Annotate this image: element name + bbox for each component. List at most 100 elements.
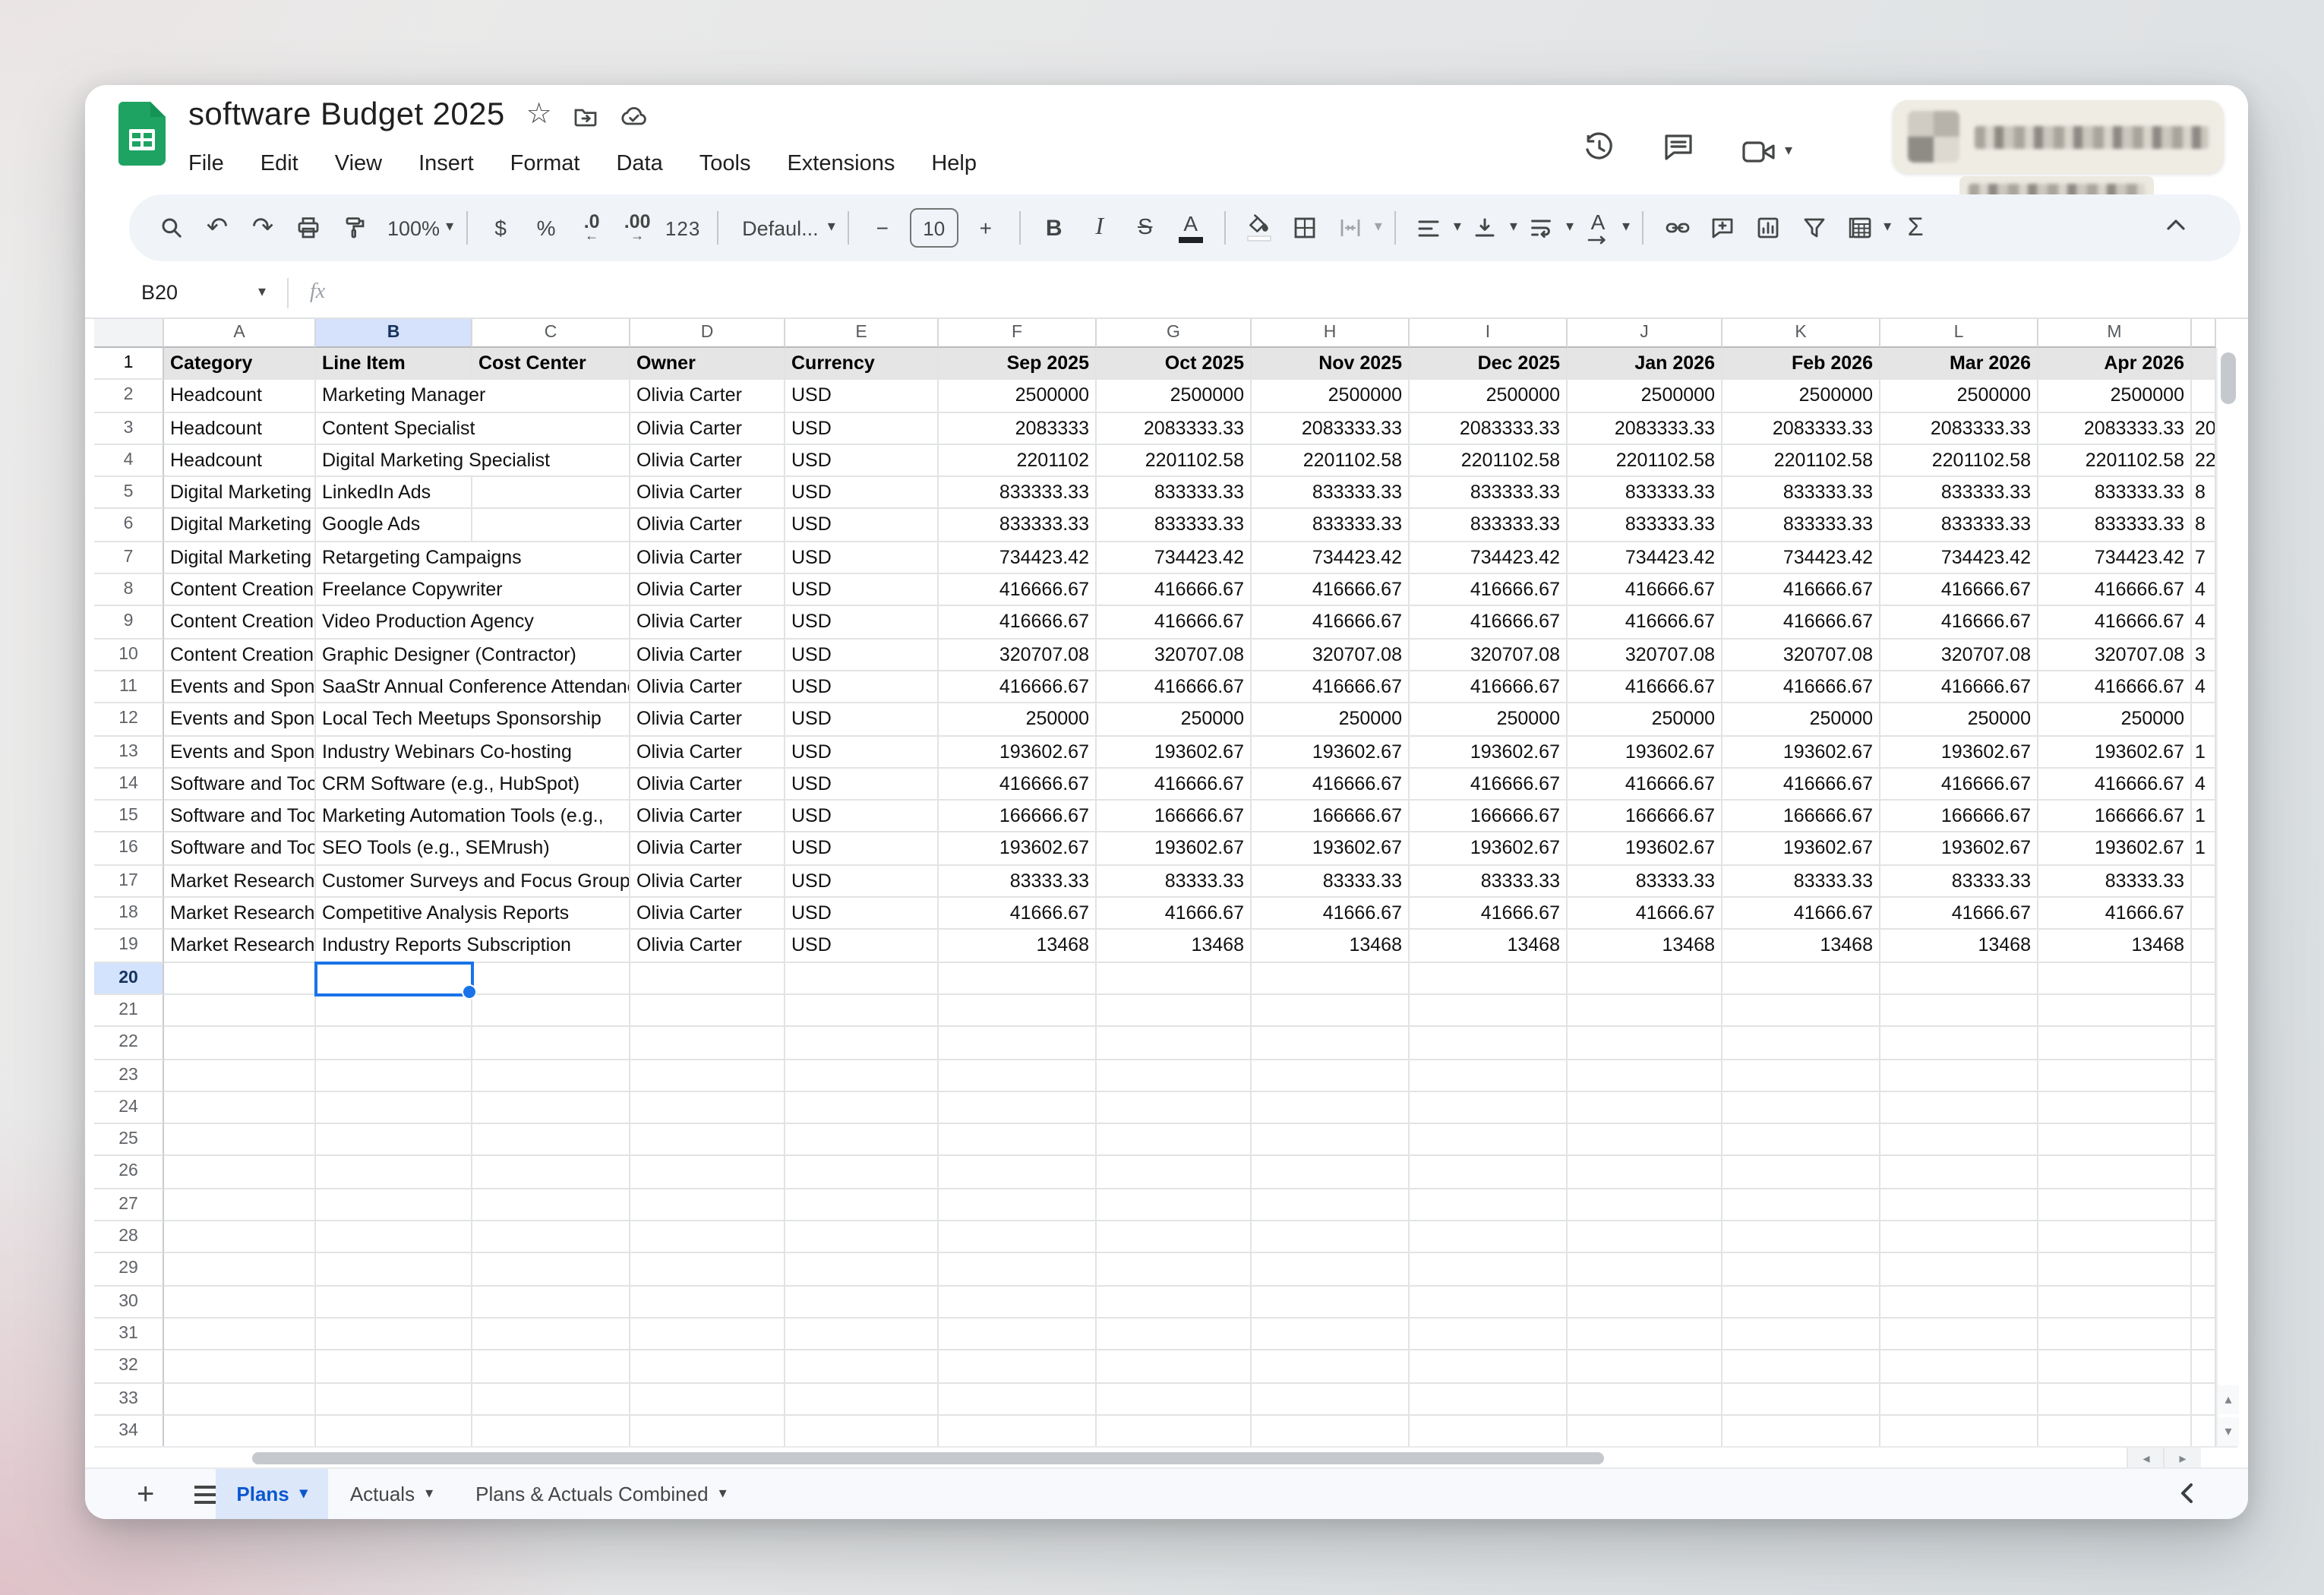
empty-cell[interactable]	[785, 1286, 939, 1319]
empty-cell[interactable]	[164, 1092, 316, 1125]
row-number[interactable]: 34	[94, 1416, 164, 1448]
insert-link-button[interactable]	[1656, 205, 1698, 251]
category-cell[interactable]: Software and Tools	[164, 833, 316, 866]
month-value-cell[interactable]: 416666.67	[1722, 671, 1880, 704]
month-value-cell[interactable]: 416666.67	[2038, 769, 2192, 801]
overflow-cell[interactable]	[2192, 866, 2216, 899]
line-item-cell[interactable]: SaaStr Annual Conference Attendance	[316, 671, 630, 704]
row-number[interactable]: 29	[94, 1254, 164, 1287]
month-value-cell[interactable]: 166666.67	[1097, 801, 1252, 833]
category-cell[interactable]: Digital Marketing	[164, 542, 316, 575]
column-header-c[interactable]: C	[472, 319, 630, 348]
column-header-l[interactable]: L	[1880, 319, 2038, 348]
empty-cell[interactable]	[1410, 1189, 1568, 1221]
empty-cell[interactable]	[1722, 1221, 1880, 1254]
empty-cell[interactable]	[2038, 1157, 2192, 1189]
category-header-cell[interactable]: Category	[164, 348, 316, 381]
empty-cell[interactable]	[1410, 1383, 1568, 1416]
month-value-cell[interactable]: 193602.67	[1722, 736, 1880, 769]
month-value-cell[interactable]: 2500000	[2038, 381, 2192, 413]
owner-cell[interactable]: Olivia Carter	[630, 769, 785, 801]
owner-cell[interactable]: Olivia Carter	[630, 833, 785, 866]
month-value-cell[interactable]: 416666.67	[1410, 607, 1568, 640]
line-item-cell[interactable]: Local Tech Meetups Sponsorship	[316, 704, 630, 737]
month-value-cell[interactable]: 2083333.33	[1410, 412, 1568, 445]
row-number[interactable]: 22	[94, 1027, 164, 1060]
month-value-cell[interactable]: 734423.42	[1722, 542, 1880, 575]
empty-cell[interactable]	[1097, 995, 1252, 1028]
column-header-a[interactable]: A	[164, 319, 316, 348]
owner-cell[interactable]: Olivia Carter	[630, 736, 785, 769]
empty-cell[interactable]	[785, 1254, 939, 1287]
menu-edit[interactable]: Edit	[261, 152, 298, 176]
empty-cell[interactable]	[164, 1254, 316, 1287]
overflow-cell[interactable]: 4	[2192, 769, 2216, 801]
column-header-f[interactable]: F	[939, 319, 1097, 348]
empty-cell[interactable]	[164, 1060, 316, 1092]
empty-cell[interactable]	[1097, 1254, 1252, 1287]
month-value-cell[interactable]: 2083333	[939, 412, 1097, 445]
empty-cell[interactable]	[1410, 1416, 1568, 1448]
bold-button[interactable]: B	[1033, 205, 1075, 251]
empty-cell[interactable]	[1410, 1286, 1568, 1319]
empty-cell[interactable]	[164, 995, 316, 1028]
month-value-cell[interactable]: 2083333.33	[1097, 412, 1252, 445]
empty-cell[interactable]	[939, 1383, 1097, 1416]
month-value-cell[interactable]: 193602.67	[1410, 736, 1568, 769]
empty-cell[interactable]	[2192, 962, 2216, 995]
empty-cell[interactable]	[630, 1254, 785, 1287]
collapse-toolbar-icon[interactable]	[2165, 213, 2187, 240]
empty-cell[interactable]	[1568, 1124, 1722, 1157]
empty-cell[interactable]	[1722, 1350, 1880, 1383]
scroll-left-button[interactable]: ◂	[2127, 1448, 2165, 1469]
empty-cell[interactable]	[1568, 1221, 1722, 1254]
month-value-cell[interactable]: 2500000	[1097, 381, 1252, 413]
empty-cell[interactable]	[630, 1027, 785, 1060]
empty-cell[interactable]	[1880, 1416, 2038, 1448]
functions-button[interactable]: Σ	[1894, 205, 1937, 251]
horizontal-align-button[interactable]	[1408, 205, 1451, 251]
empty-cell[interactable]	[316, 1189, 472, 1221]
empty-cell[interactable]	[1410, 1092, 1568, 1125]
month-header-cell[interactable]: Sep 2025	[939, 348, 1097, 381]
empty-cell[interactable]	[1568, 1027, 1722, 1060]
menu-data[interactable]: Data	[616, 152, 662, 176]
empty-cell[interactable]	[1252, 1189, 1410, 1221]
category-cell[interactable]: Headcount	[164, 381, 316, 413]
empty-cell[interactable]	[1410, 995, 1568, 1028]
empty-cell[interactable]	[472, 1416, 630, 1448]
empty-cell[interactable]	[164, 1189, 316, 1221]
month-value-cell[interactable]: 416666.67	[1722, 607, 1880, 640]
month-value-cell[interactable]: 833333.33	[939, 510, 1097, 542]
line-item-cell[interactable]: Retargeting Campaigns	[316, 542, 630, 575]
column-header-h[interactable]: H	[1252, 319, 1410, 348]
empty-cell[interactable]	[2038, 1286, 2192, 1319]
month-value-cell[interactable]: 2500000	[1880, 381, 2038, 413]
currency-cell[interactable]: USD	[785, 412, 939, 445]
horizontal-scrollbar[interactable]: ◂ ▸	[94, 1446, 2237, 1469]
owner-cell[interactable]: Olivia Carter	[630, 445, 785, 478]
month-value-cell[interactable]: 2500000	[1722, 381, 1880, 413]
row-number[interactable]: 26	[94, 1157, 164, 1189]
empty-cell[interactable]	[2038, 1189, 2192, 1221]
empty-cell[interactable]	[1097, 1092, 1252, 1125]
month-header-cell[interactable]: Nov 2025	[1252, 348, 1410, 381]
empty-cell[interactable]	[1252, 962, 1410, 995]
owner-cell[interactable]: Olivia Carter	[630, 510, 785, 542]
month-header-cell[interactable]: Apr 2026	[2038, 348, 2192, 381]
scroll-right-button[interactable]: ▸	[2163, 1448, 2201, 1469]
month-value-cell[interactable]: 13468	[1410, 930, 1568, 963]
empty-cell[interactable]	[630, 1286, 785, 1319]
empty-cell[interactable]	[1410, 1027, 1568, 1060]
version-history-icon[interactable]	[1583, 131, 1616, 172]
increase-decimal-button[interactable]: .00→	[616, 205, 658, 251]
month-value-cell[interactable]: 166666.67	[2038, 801, 2192, 833]
empty-cell[interactable]	[785, 1416, 939, 1448]
line-item-cell[interactable]: Google Ads	[316, 510, 630, 542]
owner-cell[interactable]: Olivia Carter	[630, 381, 785, 413]
line-item-cell[interactable]: Marketing Manager	[316, 381, 630, 413]
empty-cell[interactable]	[1252, 1092, 1410, 1125]
empty-cell[interactable]	[1568, 1286, 1722, 1319]
overflow-cell[interactable]	[2192, 930, 2216, 963]
row-number[interactable]: 5	[94, 477, 164, 510]
